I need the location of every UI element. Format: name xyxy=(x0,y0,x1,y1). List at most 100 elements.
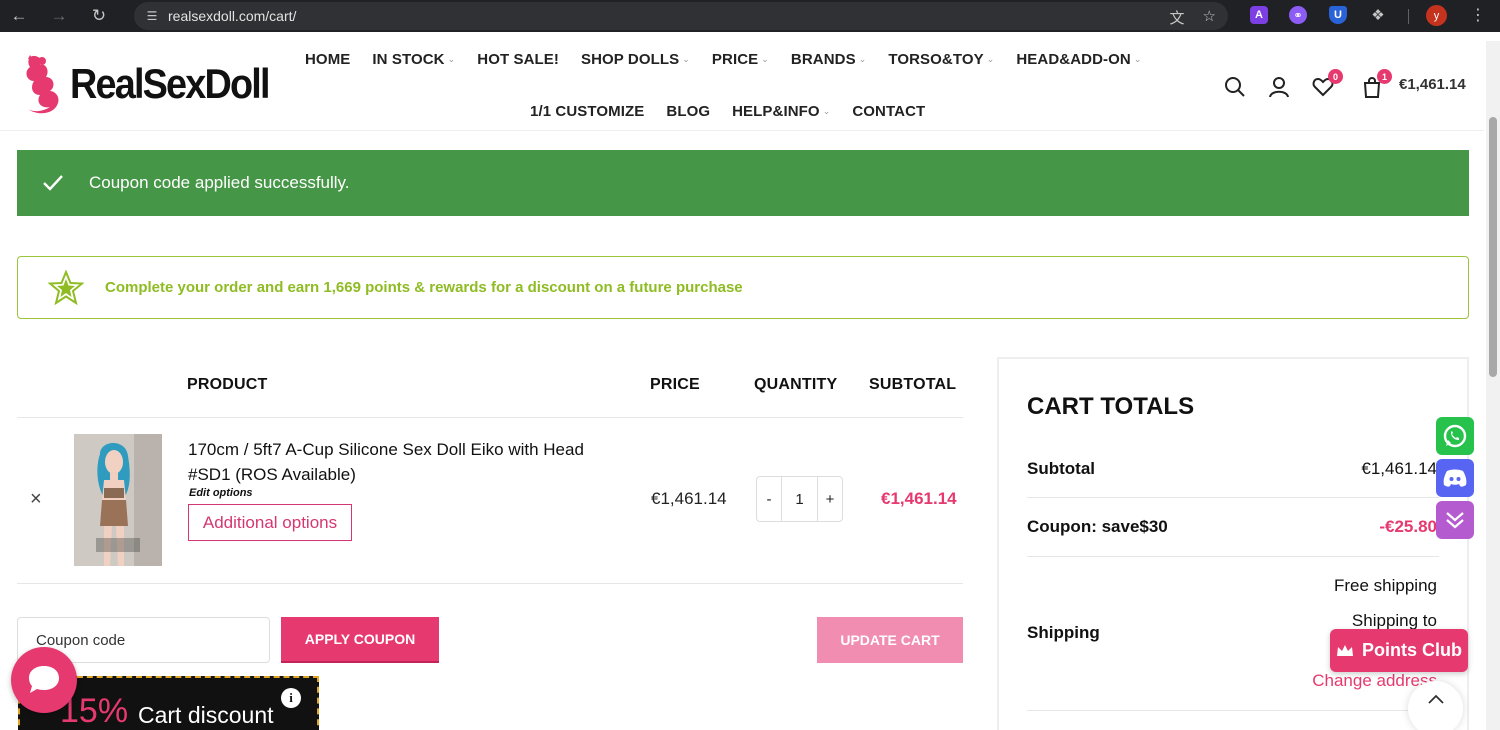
extension-shield-icon[interactable]: U xyxy=(1329,6,1347,24)
edit-options-link[interactable]: Edit options xyxy=(189,487,253,499)
item-subtotal: €1,461.14 xyxy=(881,489,957,508)
totals-divider xyxy=(1027,497,1439,498)
star-reward-icon xyxy=(48,269,84,305)
shipping-label: Shipping xyxy=(1027,623,1100,642)
quantity-input[interactable]: 1 xyxy=(781,477,818,521)
nav-item-blog[interactable]: BLOG xyxy=(666,103,710,120)
search-icon[interactable] xyxy=(1223,75,1247,99)
discord-icon[interactable] xyxy=(1436,459,1474,497)
quantity-decrease-button[interactable]: - xyxy=(757,477,781,521)
coupon-discount-value: -€25.80 xyxy=(1379,517,1437,536)
chevron-down-icon: ⌄ xyxy=(447,54,456,64)
shipping-method: Free shipping xyxy=(1333,576,1437,595)
nav-label: BRANDS xyxy=(790,51,856,68)
update-cart-button[interactable]: UPDATE CART xyxy=(817,617,963,663)
points-club-button[interactable]: Points Club xyxy=(1330,629,1468,672)
page-scrollbar[interactable] xyxy=(1486,41,1500,730)
coupon-label: Coupon: save$30 xyxy=(1027,517,1168,536)
logo-figure-icon xyxy=(26,55,59,114)
nav-label: HELP&INFO xyxy=(732,103,820,120)
nav-label: TORSO&TOY xyxy=(888,51,984,68)
item-price: €1,461.14 xyxy=(651,489,727,508)
account-icon[interactable] xyxy=(1267,75,1291,99)
nav-label: IN STOCK xyxy=(372,51,445,68)
live-chat-button[interactable] xyxy=(11,647,77,713)
profile-avatar[interactable]: y xyxy=(1426,5,1447,26)
crown-icon xyxy=(1337,644,1353,656)
nav-label: HOT SALE! xyxy=(477,51,559,68)
points-message: Complete your order and earn 1,669 point… xyxy=(105,279,743,296)
column-header-product: PRODUCT xyxy=(187,376,268,393)
additional-options-button[interactable]: Additional options xyxy=(188,504,352,541)
back-icon[interactable]: ← xyxy=(6,3,32,29)
scrollbar-thumb[interactable] xyxy=(1489,117,1497,377)
translate-icon[interactable]: 文 xyxy=(1170,7,1185,28)
product-thumbnail[interactable] xyxy=(74,434,162,566)
nav-item-in-stock[interactable]: IN STOCK ⌄ xyxy=(372,51,455,68)
toolbar-divider xyxy=(1408,9,1409,24)
extensions-puzzle-icon[interactable]: ❖ xyxy=(1369,6,1387,24)
totals-divider xyxy=(1027,556,1439,557)
nav-item-torso-toy[interactable]: TORSO&TOY ⌄ xyxy=(888,51,994,68)
remove-item-button[interactable]: × xyxy=(30,488,42,511)
browser-toolbar: ← → ↻ ☰ realsexdoll.com/cart/ 文 ☆ A ⚭ U … xyxy=(0,0,1500,32)
nav-item-customize[interactable]: 1/1 CUSTOMIZE xyxy=(530,103,644,120)
main-nav-row2: 1/1 CUSTOMIZE BLOG HELP&INFO ⌄ CONTACT xyxy=(530,103,925,120)
points-club-label: Points Club xyxy=(1362,640,1462,660)
site-settings-icon[interactable]: ☰ xyxy=(144,8,160,24)
bookmark-star-icon[interactable]: ☆ xyxy=(1203,7,1216,28)
chevron-down-icon: ⌄ xyxy=(822,106,831,116)
nav-label: CONTACT xyxy=(852,103,926,120)
whatsapp-icon[interactable] xyxy=(1436,417,1474,455)
quantity-increase-button[interactable]: + xyxy=(818,477,842,521)
nav-label: HEAD&ADD-ON xyxy=(1016,51,1131,68)
chevron-down-icon: ⌄ xyxy=(1133,54,1142,64)
browser-menu-icon[interactable]: ⋮ xyxy=(1470,5,1486,25)
nav-label: SHOP DOLLS xyxy=(581,51,680,68)
reload-icon[interactable]: ↻ xyxy=(86,3,112,29)
column-header-price: PRICE xyxy=(650,376,700,393)
logo-text: RealSexDoll xyxy=(70,60,271,107)
quantity-stepper: - 1 + xyxy=(756,476,843,522)
table-divider xyxy=(17,583,963,584)
nav-item-brands[interactable]: BRANDS ⌄ xyxy=(791,51,866,68)
nav-label: 1/1 CUSTOMIZE xyxy=(530,103,645,120)
nav-item-head-addon[interactable]: HEAD&ADD-ON ⌄ xyxy=(1016,51,1141,68)
info-icon[interactable]: i xyxy=(281,688,301,708)
header-cart-total[interactable]: €1,461.14 xyxy=(1399,76,1466,93)
extension-a-icon[interactable]: A xyxy=(1250,6,1268,24)
shipping-destination: Shipping to xyxy=(1351,611,1437,630)
nav-item-contact[interactable]: CONTACT xyxy=(852,103,925,120)
site-logo[interactable]: RealSexDoll xyxy=(20,51,291,117)
scroll-to-top-button[interactable] xyxy=(1408,681,1463,730)
forward-icon[interactable]: → xyxy=(46,3,72,29)
address-bar[interactable]: ☰ realsexdoll.com/cart/ 文 ☆ xyxy=(134,2,1228,30)
chevron-down-icon: ⌄ xyxy=(986,54,995,64)
totals-divider xyxy=(1027,710,1439,711)
nav-label: PRICE xyxy=(711,51,759,68)
product-name-link[interactable]: 170cm / 5ft7 A-Cup Silicone Sex Doll Eik… xyxy=(188,437,628,487)
points-reward-notice: Complete your order and earn 1,669 point… xyxy=(17,256,1469,319)
nav-item-home[interactable]: HOME xyxy=(305,51,350,68)
apply-coupon-button[interactable]: APPLY COUPON xyxy=(281,617,439,663)
nav-item-shop-dolls[interactable]: SHOP DOLLS ⌄ xyxy=(581,51,690,68)
chevron-down-icon: ⌄ xyxy=(682,54,690,64)
success-notice: Coupon code applied successfully. xyxy=(17,150,1469,216)
discount-label: Cart discount xyxy=(138,702,274,728)
nav-item-hot-sale[interactable]: HOT SALE! xyxy=(477,51,559,68)
subtotal-label: Subtotal xyxy=(1027,459,1095,478)
nav-item-help-info[interactable]: HELP&INFO ⌄ xyxy=(732,103,830,120)
success-message: Coupon code applied successfully. xyxy=(89,173,350,192)
nav-label: BLOG xyxy=(666,103,711,120)
nav-item-price[interactable]: PRICE ⌄ xyxy=(712,51,769,68)
collapse-double-chevron-icon[interactable] xyxy=(1436,501,1474,539)
extension-purple-icon[interactable]: ⚭ xyxy=(1289,6,1307,24)
site-header: RealSexDoll HOME IN STOCK ⌄ HOT SALE! SHO… xyxy=(0,41,1484,131)
main-nav-row1: HOME IN STOCK ⌄ HOT SALE! SHOP DOLLS ⌄ PRI… xyxy=(305,51,1141,68)
cart-totals-title: CART TOTALS xyxy=(1027,393,1195,420)
table-divider xyxy=(17,417,963,418)
cart-totals-panel: CART TOTALS Subtotal €1,461.14 Coupon: s… xyxy=(997,357,1469,730)
column-header-subtotal: SUBTOTAL xyxy=(869,376,957,393)
wishlist-count-badge: 0 xyxy=(1328,69,1343,84)
url-text: realsexdoll.com/cart/ xyxy=(168,8,297,24)
